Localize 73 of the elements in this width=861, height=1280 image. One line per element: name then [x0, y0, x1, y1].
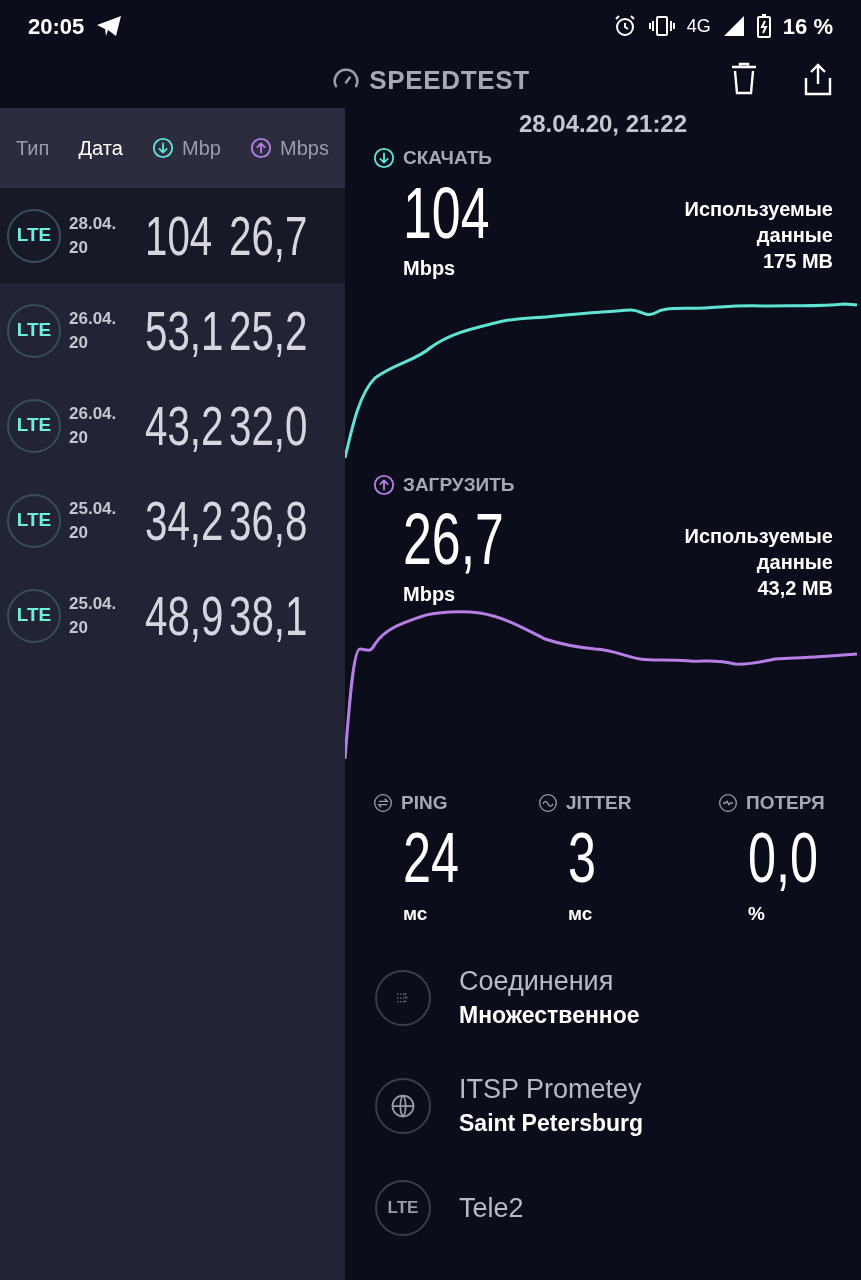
- metric-label: PING: [401, 791, 448, 815]
- data-used-label: Используемые данные: [683, 197, 833, 248]
- loss-icon: [718, 793, 738, 814]
- ping-icon: [373, 793, 393, 814]
- metric-unit: мс: [402, 901, 429, 926]
- test-date: 28.04.: [69, 212, 118, 235]
- speed-value: 26,7: [403, 499, 504, 579]
- telegram-icon: [96, 15, 123, 37]
- metric-unit: %: [747, 901, 766, 926]
- network-badge: LTE: [7, 303, 61, 358]
- download-icon: [152, 137, 174, 159]
- battery-level: 16 %: [782, 12, 833, 41]
- test-date: 20: [69, 521, 89, 544]
- test-label: СКАЧАТЬ: [403, 146, 492, 170]
- wave-icon: [538, 793, 558, 814]
- download-speed: 104: [145, 207, 213, 264]
- app-title: SPEEDTEST: [369, 63, 530, 97]
- test-label: ЗАГРУЗИТЬ: [403, 472, 515, 497]
- test-date: 20: [69, 426, 89, 449]
- column-header[interactable]: Mbp: [152, 133, 221, 163]
- info-subtitle: Saint Petersburg: [459, 1109, 644, 1138]
- info-subtitle: Множественное: [459, 1001, 640, 1030]
- clock-time: 20:05: [28, 12, 85, 41]
- info-title: Tele2: [459, 1192, 524, 1225]
- upload-speed: 26,7: [229, 207, 308, 264]
- test-date: 25.04.: [69, 497, 118, 520]
- download-speed: 53,1: [145, 302, 224, 359]
- info-title: ITSP Prometey: [459, 1073, 643, 1106]
- battery-icon: [756, 14, 771, 38]
- metric-value: 24: [403, 817, 460, 898]
- metric-value: 0,0: [748, 817, 819, 898]
- upload-icon: [250, 137, 273, 159]
- upload-speed: 25,2: [229, 302, 308, 359]
- upload-speed: 36,8: [229, 492, 308, 549]
- download-icon: [373, 147, 395, 170]
- test-date: 20: [69, 616, 89, 639]
- download-speed: 43,2: [145, 397, 224, 454]
- data-used-value: 175 MB: [762, 249, 833, 274]
- network-badge: LTE: [7, 398, 61, 453]
- test-timestamp: 28.04.20, 21:22: [517, 109, 689, 136]
- network-type: 4G: [686, 14, 711, 38]
- test-date: 25.04.: [69, 592, 118, 615]
- test-date: 26.04.: [69, 307, 118, 330]
- speed-value: 104: [403, 172, 490, 253]
- speed-unit: Mbps: [402, 582, 457, 607]
- test-date: 26.04.: [69, 402, 118, 425]
- connections-icon: [375, 970, 431, 1026]
- vibrate-icon: [648, 15, 675, 37]
- network-badge: LTE: [7, 208, 61, 263]
- upload-speed: 38,1: [229, 587, 308, 644]
- upload-icon: [373, 473, 395, 496]
- column-header[interactable]: Дата: [78, 133, 123, 163]
- metric-value: 3: [568, 817, 597, 898]
- signal-icon: [722, 15, 745, 37]
- download-speed: 48,9: [145, 587, 224, 644]
- test-date: 20: [69, 331, 89, 354]
- column-header[interactable]: Mbps: [250, 133, 329, 163]
- metric-unit: мс: [567, 901, 594, 926]
- upload-speed: 32,0: [229, 397, 308, 454]
- download-speed: 34,2: [145, 492, 224, 549]
- data-used-value: 43,2 MB: [757, 575, 833, 601]
- network-badge: LTE: [7, 588, 61, 643]
- metric-label: ПОТЕРЯ: [746, 791, 825, 815]
- history-row[interactable]: LTE 28.04. 20 104 26,7: [0, 188, 345, 283]
- network-badge: LTE: [375, 1180, 431, 1236]
- metric-label: JITTER: [566, 791, 632, 815]
- data-used-label: Используемые данные: [683, 523, 833, 575]
- column-header[interactable]: Тип: [16, 133, 50, 163]
- test-date: 20: [69, 236, 89, 259]
- speed-unit: Mbps: [402, 255, 457, 281]
- info-title: Соединения: [459, 965, 615, 998]
- network-badge: LTE: [7, 493, 61, 548]
- globe-icon: [375, 1078, 431, 1134]
